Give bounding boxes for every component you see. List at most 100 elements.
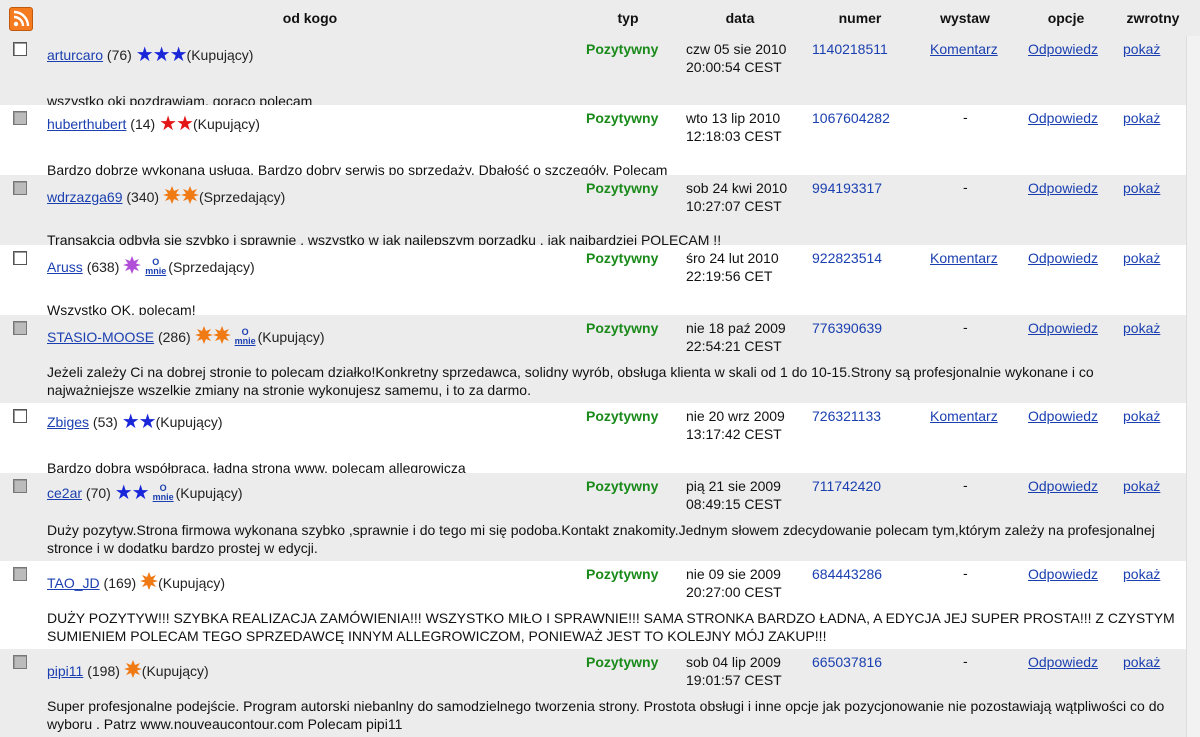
col-typ[interactable]: typ [598, 10, 658, 26]
blue-star-icon: ★ [114, 482, 133, 504]
odpowiedz-link[interactable]: Odpowiedz [1028, 408, 1098, 424]
o-mnie-link[interactable]: Omnie [145, 258, 166, 276]
feedback-comment: Super profesjonalne podejście. Program a… [47, 698, 1165, 732]
feedback-date: wto 13 lip 2010 12:18:03 CEST [686, 109, 782, 145]
feedback-date: śro 24 lut 2010 22:19:56 CET [686, 249, 779, 285]
row-checkbox[interactable] [13, 42, 27, 56]
user-cell: huberthubert (14) ★★(Kupujący) [47, 113, 260, 135]
feedback-type: Pozytywny [586, 320, 659, 336]
wystaw-empty: - [963, 109, 968, 125]
auction-number-cell: 711742420 [812, 477, 881, 495]
username-link[interactable]: arturcaro [47, 47, 103, 63]
row-checkbox[interactable] [13, 567, 27, 581]
komentarz-link[interactable]: Komentarz [930, 41, 998, 57]
odpowiedz-link[interactable]: Odpowiedz [1028, 250, 1098, 266]
auction-number-link[interactable]: 994193317 [812, 180, 882, 196]
username-link[interactable]: huberthubert [47, 116, 126, 132]
col-od-kogo[interactable]: od kogo [250, 10, 370, 26]
col-opcje: opcje [1047, 10, 1085, 26]
username-link[interactable]: Zbiges [47, 414, 89, 430]
username-link[interactable]: STASIO-MOOSE [47, 329, 154, 345]
feedback-comment: Bardzo dobrze wykonana usługa. Bardzo do… [47, 162, 668, 175]
zwrotny-cell: pokaż [1123, 565, 1160, 583]
rating-badge [162, 186, 199, 205]
pokaz-link[interactable]: pokaż [1123, 250, 1160, 266]
pokaz-link[interactable]: pokaż [1123, 408, 1160, 424]
odpowiedz-link[interactable]: Odpowiedz [1028, 566, 1098, 582]
purple-sun-icon [123, 256, 142, 275]
orange-sun-icon [162, 186, 181, 205]
red-star-icon: ★ [159, 113, 177, 135]
username-link[interactable]: Aruss [47, 259, 83, 275]
odpowiedz-link[interactable]: Odpowiedz [1028, 110, 1098, 126]
opcje-cell: Odpowiedz [1028, 565, 1098, 583]
pokaz-link[interactable]: pokaż [1123, 566, 1160, 582]
odpowiedz-link[interactable]: Odpowiedz [1028, 180, 1098, 196]
row-checkbox[interactable] [13, 479, 27, 493]
zwrotny-cell: pokaż [1123, 319, 1160, 337]
pokaz-link[interactable]: pokaż [1123, 320, 1160, 336]
date-line: sob 04 lip 2009 [686, 654, 781, 670]
odpowiedz-link[interactable]: Odpowiedz [1028, 320, 1098, 336]
username-link[interactable]: TAO_JD [47, 575, 100, 591]
blue-star-icon: ★ [135, 44, 154, 66]
odpowiedz-link[interactable]: Odpowiedz [1028, 478, 1098, 494]
wystaw-cell: Komentarz [930, 249, 998, 267]
auction-number-link[interactable]: 711742420 [812, 478, 881, 494]
col-numer[interactable]: numer [830, 10, 890, 26]
pokaz-link[interactable]: pokaż [1123, 654, 1160, 670]
feedback-type: Pozytywny [586, 110, 659, 126]
feedback-date: nie 20 wrz 2009 13:17:42 CEST [686, 407, 785, 443]
o-mnie-link[interactable]: Omnie [153, 484, 174, 502]
row-checkbox[interactable] [13, 251, 27, 265]
auction-number-link[interactable]: 776390639 [812, 320, 882, 336]
scrollbar[interactable] [1186, 36, 1200, 737]
odpowiedz-link[interactable]: Odpowiedz [1028, 654, 1098, 670]
auction-number-link[interactable]: 1067604282 [812, 110, 890, 126]
komentarz-link[interactable]: Komentarz [930, 408, 998, 424]
blue-star-icon: ★ [169, 44, 188, 66]
col-data[interactable]: data [710, 10, 770, 26]
row-checkbox[interactable] [13, 181, 27, 195]
user-cell: ce2ar (70) ★★ Omnie (Kupujący) [47, 482, 243, 504]
user-cell: pipi11 (198) (Kupujący) [47, 658, 209, 680]
username-link[interactable]: ce2ar [47, 485, 82, 501]
orange-sun-icon [180, 186, 199, 205]
auction-number-link[interactable]: 665037816 [812, 654, 882, 670]
time-line: 12:18:03 CEST [686, 128, 782, 144]
username-link[interactable]: wdrzazga69 [47, 189, 123, 205]
feedback-comment: DUŻY POZYTYW!!! SZYBKA REALIZACJA ZAMÓWI… [47, 610, 1175, 644]
opcje-cell: Odpowiedz [1028, 40, 1098, 58]
pokaz-link[interactable]: pokaż [1123, 478, 1160, 494]
username-link[interactable]: pipi11 [47, 663, 83, 679]
auction-number-link[interactable]: 922823514 [812, 250, 882, 266]
opcje-cell: Odpowiedz [1028, 319, 1098, 337]
row-checkbox[interactable] [13, 409, 27, 423]
pokaz-link[interactable]: pokaż [1123, 41, 1160, 57]
row-checkbox[interactable] [13, 655, 27, 669]
orange-sun-icon [140, 572, 159, 591]
date-line: nie 09 sie 2009 [686, 566, 781, 582]
rss-feed-icon[interactable] [9, 7, 33, 31]
rating-count: (198) [87, 663, 120, 679]
table-row: Zbiges (53) ★★(Kupujący) Pozytywny nie 20 … [0, 403, 1186, 473]
auction-number-link[interactable]: 684443286 [812, 566, 882, 582]
user-role: (Kupujący) [192, 116, 260, 132]
row-checkbox[interactable] [13, 321, 27, 335]
zwrotny-cell: pokaż [1123, 109, 1160, 127]
row-checkbox[interactable] [13, 111, 27, 125]
odpowiedz-link[interactable]: Odpowiedz [1028, 41, 1098, 57]
auction-number-link[interactable]: 726321133 [812, 408, 881, 424]
zwrotny-cell: pokaż [1123, 40, 1160, 58]
rating-count: (70) [85, 485, 111, 501]
table-row: arturcaro (76) ★★★(Kupujący) Pozytywny czw… [0, 36, 1186, 105]
user-role: (Kupujący) [186, 47, 254, 63]
o-mnie-link[interactable]: Omnie [235, 328, 256, 346]
user-cell: arturcaro (76) ★★★(Kupujący) [47, 44, 254, 66]
pokaz-link[interactable]: pokaż [1123, 110, 1160, 126]
opcje-cell: Odpowiedz [1028, 477, 1098, 495]
user-role: (Sprzedający) [198, 189, 286, 205]
pokaz-link[interactable]: pokaż [1123, 180, 1160, 196]
auction-number-link[interactable]: 1140218511 [812, 41, 888, 57]
komentarz-link[interactable]: Komentarz [930, 250, 998, 266]
